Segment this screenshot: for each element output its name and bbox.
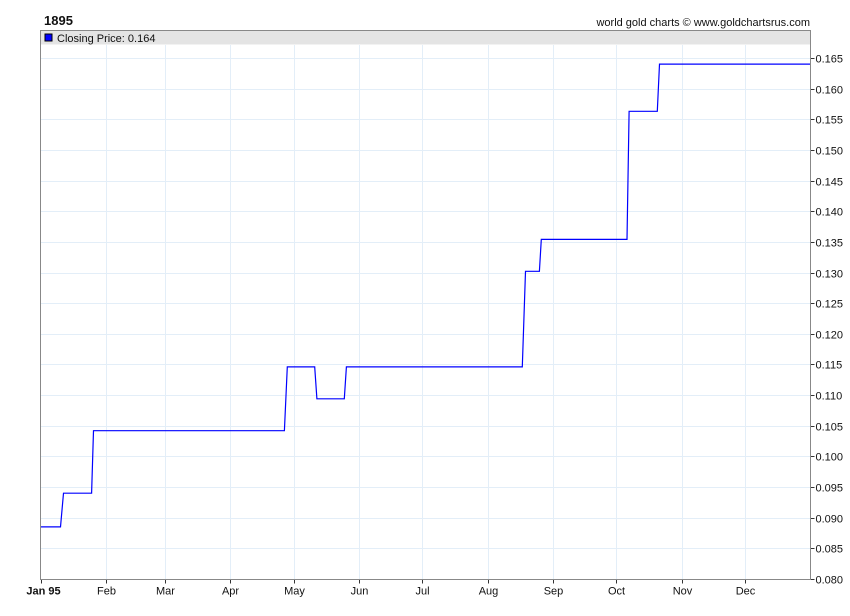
y-tick-label: 0.100 xyxy=(816,452,844,464)
x-tick-label: Dec xyxy=(736,586,756,598)
y-tick-label: 0.140 xyxy=(816,207,844,219)
y-tick-label: 0.155 xyxy=(816,115,844,127)
legend-swatch xyxy=(44,33,53,42)
y-tick-label: 0.150 xyxy=(816,146,844,158)
x-tick-label: May xyxy=(284,586,305,598)
x-tick-label: Jun xyxy=(351,586,369,598)
x-tick-label: Jul xyxy=(415,586,429,598)
x-tick-label: Jan 95 xyxy=(26,586,60,598)
x-tick-label: Sep xyxy=(544,586,564,598)
chart-svg: 1895 world gold charts © www.goldchartsr… xyxy=(26,13,844,598)
y-tick-label: 0.115 xyxy=(816,360,843,372)
x-tick-label: Mar xyxy=(156,586,175,598)
plot-frame xyxy=(40,30,811,580)
y-tick-label: 0.110 xyxy=(816,391,843,403)
y-tick-label: 0.080 xyxy=(816,575,844,587)
y-tick-label: 0.090 xyxy=(816,514,844,526)
chart-credit: world gold charts © www.goldchartsrus.co… xyxy=(595,17,810,29)
chart-title: 1895 xyxy=(44,13,73,28)
x-tick-label: Apr xyxy=(222,586,239,598)
y-tick-label: 0.135 xyxy=(816,238,844,250)
x-tick-label: Aug xyxy=(479,586,499,598)
x-tick-label: Nov xyxy=(673,586,693,598)
y-tick-label: 0.145 xyxy=(816,177,844,189)
y-tick-label: 0.165 xyxy=(816,54,844,66)
legend-band xyxy=(40,30,811,45)
y-tick-label: 0.125 xyxy=(816,299,844,311)
y-tick-label: 0.085 xyxy=(816,544,844,556)
x-tick-label: Feb xyxy=(97,586,116,598)
series-line-closing-price xyxy=(40,63,811,528)
x-tick-label: Oct xyxy=(608,586,625,598)
legend-label: Closing Price: 0.164 xyxy=(57,33,155,45)
y-tick-label: 0.105 xyxy=(816,422,844,434)
chart: 1895 world gold charts © www.goldchartsr… xyxy=(0,0,850,616)
y-tick-label: 0.130 xyxy=(816,269,844,281)
y-tick-label: 0.095 xyxy=(816,483,844,495)
y-tick-label: 0.160 xyxy=(816,85,844,97)
y-tick-label: 0.120 xyxy=(816,330,844,342)
